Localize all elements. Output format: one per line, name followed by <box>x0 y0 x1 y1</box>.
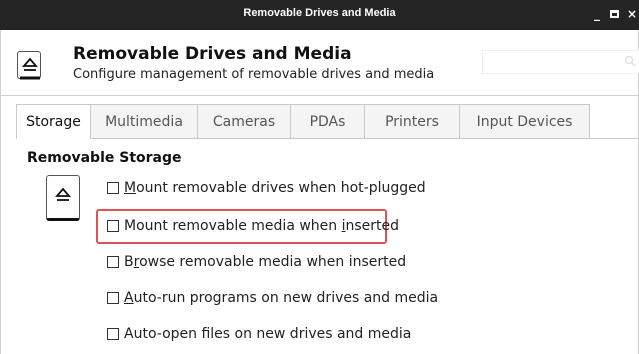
option-autoopen-files[interactable]: Auto-open files on new drives and media <box>107 324 411 344</box>
option-mount-drives-hotplug[interactable]: Mount removable drives when hot-plugged <box>107 178 426 198</box>
tab-multimedia[interactable]: Multimedia <box>91 104 198 139</box>
header-divider <box>0 95 639 96</box>
tab-bar: Storage Multimedia Cameras PDAs Printers… <box>16 104 639 139</box>
minimize-button[interactable]: _ <box>590 7 604 21</box>
tab-cameras[interactable]: Cameras <box>198 104 291 139</box>
option-label: Browse removable media when inserted <box>124 254 407 270</box>
checkbox[interactable] <box>107 220 119 232</box>
search-input[interactable] <box>482 50 639 74</box>
tab-pdas[interactable]: PDAs <box>291 104 365 139</box>
eject-icon <box>46 175 80 221</box>
search-icon <box>624 55 638 69</box>
eject-icon <box>17 51 41 80</box>
option-autorun-programs[interactable]: Auto-run programs on new drives and medi… <box>107 288 438 308</box>
option-label: Auto-run programs on new drives and medi… <box>124 290 439 306</box>
section-title: Removable Storage <box>27 150 182 166</box>
checkbox[interactable] <box>107 292 119 304</box>
option-label: Mount removable media when inserted <box>124 218 400 234</box>
page-title: Removable Drives and Media <box>73 44 352 64</box>
option-browse-media-inserted[interactable]: Browse removable media when inserted <box>107 252 406 272</box>
checkbox[interactable] <box>107 256 119 268</box>
option-label: Mount removable drives when hot-plugged <box>124 180 426 196</box>
tab-storage[interactable]: Storage <box>16 104 91 139</box>
window-title: Removable Drives and Media <box>243 7 396 19</box>
maximize-button[interactable] <box>607 7 621 21</box>
title-bar: Removable Drives and Media _ × <box>0 0 639 30</box>
checkbox[interactable] <box>107 182 119 194</box>
close-button[interactable]: × <box>625 7 639 21</box>
option-label: Auto-open files on new drives and media <box>124 326 412 342</box>
page-subtitle: Configure management of removable drives… <box>73 67 435 82</box>
maximize-icon <box>609 10 619 18</box>
tab-printers[interactable]: Printers <box>365 104 460 139</box>
checkbox[interactable] <box>107 328 119 340</box>
tab-input-devices[interactable]: Input Devices <box>460 104 590 139</box>
option-mount-media-inserted[interactable]: Mount removable media when inserted <box>107 216 399 236</box>
